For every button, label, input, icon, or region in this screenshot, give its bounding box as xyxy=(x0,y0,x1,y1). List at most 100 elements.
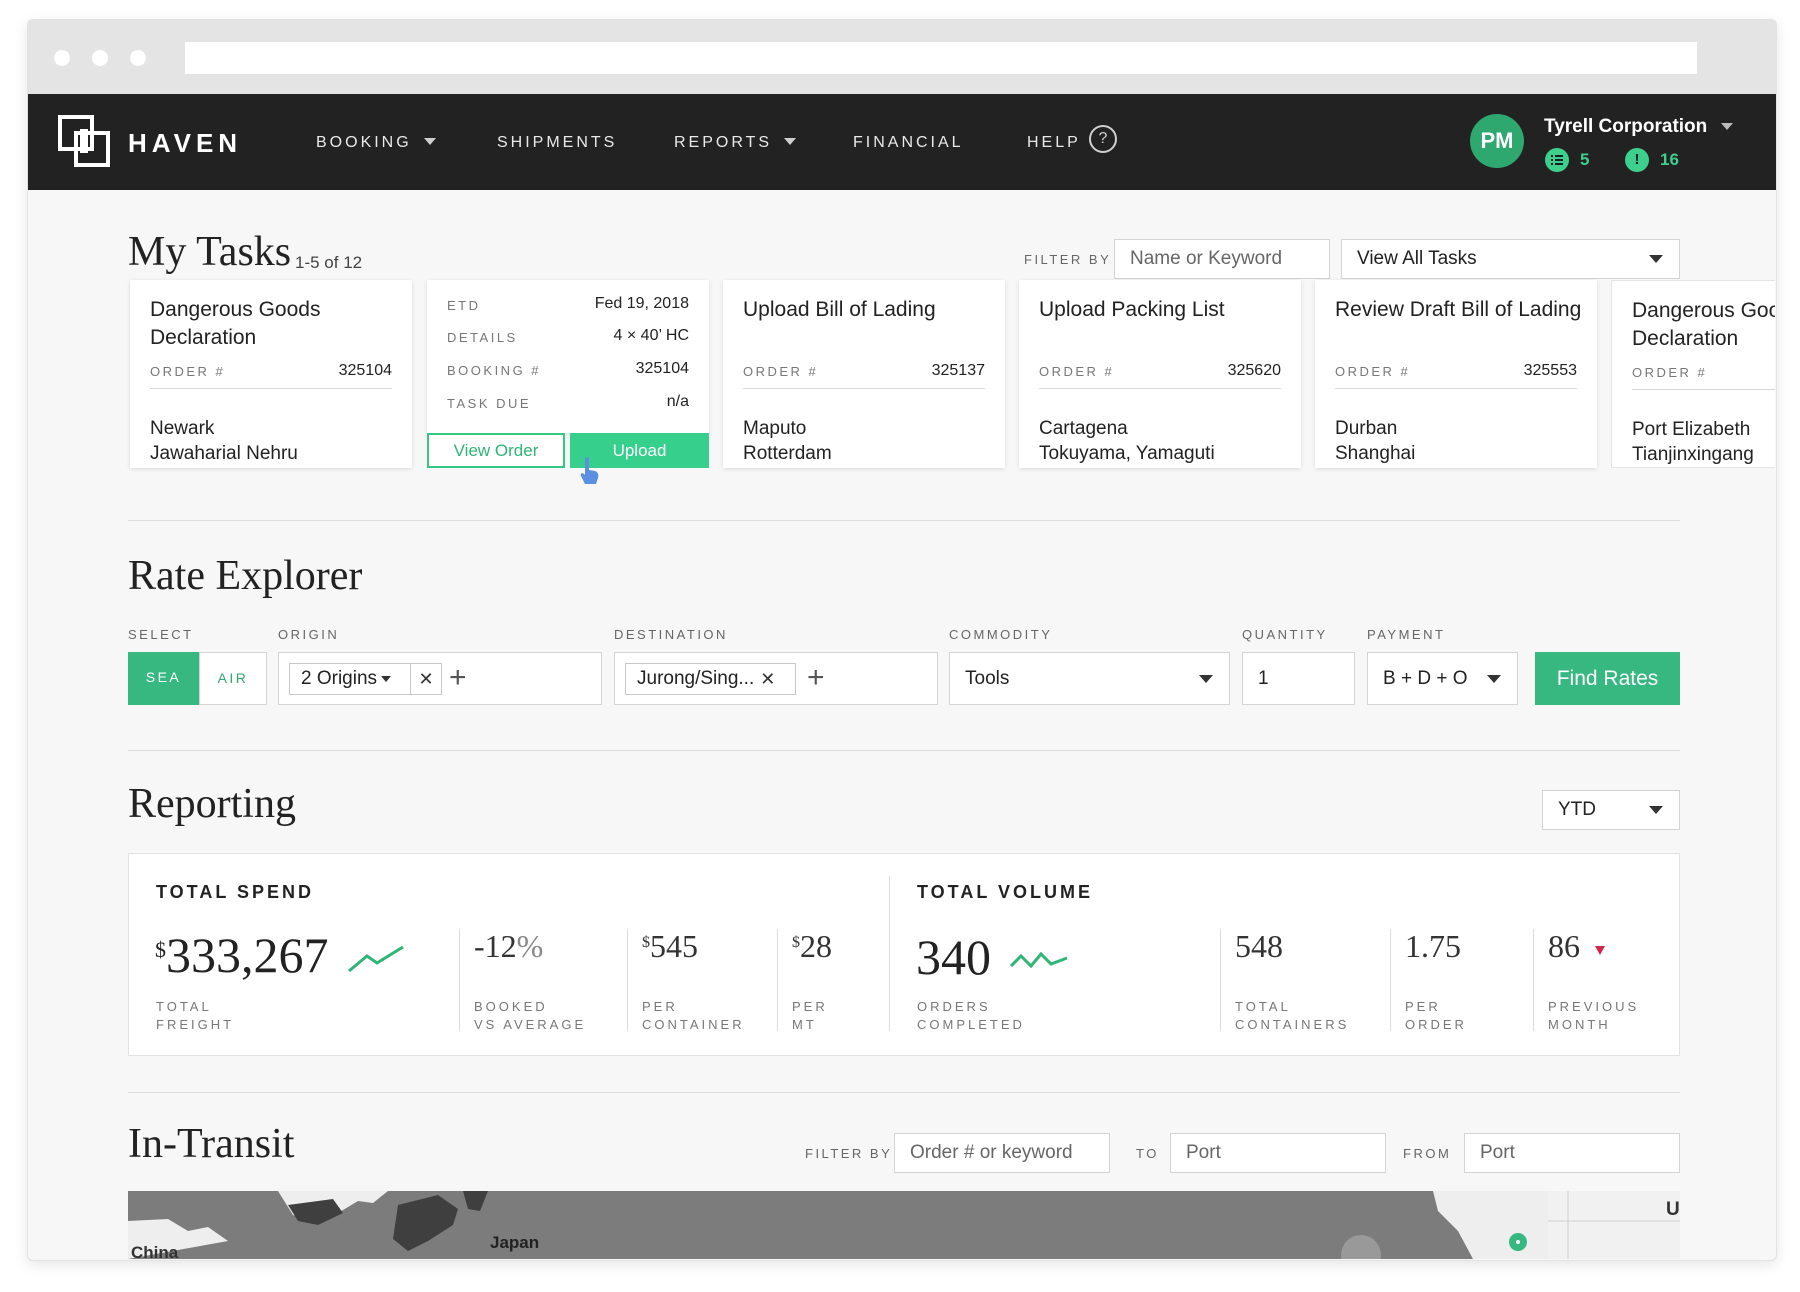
task-origin: Port Elizabeth xyxy=(1632,419,1751,440)
task-origin: Newark xyxy=(150,418,215,439)
panel-divider xyxy=(889,876,890,1031)
previous-caption-2: MONTH xyxy=(1548,1017,1611,1032)
order-number: 325137 xyxy=(931,362,985,379)
nav-help-label: HELP xyxy=(1027,134,1081,151)
remove-destination-icon[interactable]: ✕ xyxy=(760,669,775,690)
origin-field[interactable]: 2 Origins ✕ + xyxy=(278,652,602,705)
task-card[interactable]: Dangerous Goods Declaration ORDER # 3251… xyxy=(130,280,412,468)
payment-select[interactable]: B + D + O xyxy=(1367,652,1518,705)
per-order-value: 1.75 xyxy=(1405,928,1461,964)
mode-sea-toggle[interactable]: SEA xyxy=(128,652,199,705)
task-card[interactable]: Review Draft Bill of Lading ORDER # 3255… xyxy=(1315,280,1597,468)
total-freight-caption-1: TOTAL xyxy=(156,999,212,1014)
task-count[interactable]: 5 xyxy=(1580,150,1589,170)
tasks-view-select[interactable]: View All Tasks xyxy=(1341,239,1680,279)
orders-completed-value: 340 xyxy=(916,929,991,985)
top-navigation: HAVEN BOOKING SHIPMENTS REPORTS FINANCIA… xyxy=(28,94,1776,190)
nav-help[interactable]: HELP xyxy=(1027,134,1081,152)
task-destination: Tokuyama, Yamaguti xyxy=(1039,443,1215,464)
nav-financial-label: FINANCIAL xyxy=(853,134,964,151)
in-transit-map[interactable]: China Japan U xyxy=(128,1191,1680,1259)
nav-reports[interactable]: REPORTS xyxy=(674,134,797,152)
destination-chip[interactable]: Jurong/Sing... ✕ xyxy=(625,663,796,695)
payment-label: PAYMENT xyxy=(1367,627,1446,642)
address-bar[interactable] xyxy=(185,42,1697,74)
tasks-view-value: View All Tasks xyxy=(1357,248,1477,269)
total-freight-amount: 333,267 xyxy=(166,927,329,983)
task-card-expanded[interactable]: ETD Fed 19, 2018 DETAILS 4 × 40’ HC BOOK… xyxy=(427,280,709,484)
nav-booking[interactable]: BOOKING xyxy=(316,134,436,152)
transit-to-port-input[interactable]: Port xyxy=(1170,1133,1386,1173)
add-origin-icon[interactable]: + xyxy=(449,661,467,695)
mode-air-toggle[interactable]: AIR xyxy=(199,652,267,705)
task-due-value: n/a xyxy=(666,393,689,410)
alert-count[interactable]: 16 xyxy=(1660,150,1679,170)
metric-divider xyxy=(1220,929,1221,1031)
nav-shipments[interactable]: SHIPMENTS xyxy=(497,134,617,152)
transit-search-input[interactable]: Order # or keyword xyxy=(894,1133,1110,1173)
haven-logo-icon[interactable] xyxy=(58,115,110,167)
etd-label: ETD xyxy=(447,298,481,313)
order-label: ORDER # xyxy=(1039,364,1115,379)
per-mt-amount: 28 xyxy=(800,928,832,964)
booking-label: BOOKING # xyxy=(447,363,542,378)
nav-financial[interactable]: FINANCIAL xyxy=(853,134,964,152)
task-list-icon[interactable] xyxy=(1545,148,1569,172)
task-order-row: ORDER # 325104 xyxy=(150,362,392,389)
map-label-china: China xyxy=(131,1243,179,1259)
view-order-button[interactable]: View Order xyxy=(427,433,565,468)
task-title: Upload Bill of Lading xyxy=(743,298,936,321)
reporting-period-select[interactable]: YTD xyxy=(1542,790,1680,830)
rate-explorer-title: Rate Explorer xyxy=(128,553,363,599)
alert-icon[interactable]: ! xyxy=(1625,148,1649,172)
order-number: 325104 xyxy=(338,362,392,379)
total-spend-title: TOTAL SPEND xyxy=(156,882,315,902)
total-containers-value: 548 xyxy=(1235,928,1283,964)
containers-caption-2: CONTAINERS xyxy=(1235,1017,1350,1032)
section-divider xyxy=(128,520,1680,521)
remove-origin-icon[interactable]: ✕ xyxy=(410,664,441,694)
details-value: 4 × 40’ HC xyxy=(613,327,689,344)
add-destination-icon[interactable]: + xyxy=(807,661,825,695)
payment-value: B + D + O xyxy=(1383,667,1468,689)
task-card[interactable]: Upload Packing List ORDER # 325620 Carta… xyxy=(1019,280,1301,468)
chevron-down-icon xyxy=(1649,255,1663,263)
metric-divider xyxy=(1533,929,1534,1031)
task-card[interactable]: Upload Bill of Lading ORDER # 325137 Map… xyxy=(723,280,1005,468)
tasks-search-input[interactable]: Name or Keyword xyxy=(1114,239,1330,279)
origin-chip[interactable]: 2 Origins ✕ xyxy=(289,663,442,695)
transit-from-port-input[interactable]: Port xyxy=(1464,1133,1680,1173)
window-close-dot[interactable] xyxy=(54,50,70,66)
help-icon[interactable]: ? xyxy=(1089,125,1117,153)
task-title: Upload Packing List xyxy=(1039,298,1225,321)
task-destination: Tianjinxingang xyxy=(1632,444,1754,465)
task-order-row: ORDER # xyxy=(1632,363,1775,390)
window-maximize-dot[interactable] xyxy=(130,50,146,66)
task-card-clip: Dangerous Goods Declaration ORDER # Port… xyxy=(1611,280,1775,480)
pointer-cursor-icon xyxy=(580,456,599,484)
window-minimize-dot[interactable] xyxy=(92,50,108,66)
task-origin: Maputo xyxy=(743,418,807,439)
transit-filter-label: FILTER BY xyxy=(805,1146,893,1161)
etd-value: Fed 19, 2018 xyxy=(594,295,689,312)
quantity-input[interactable]: 1 xyxy=(1242,652,1355,705)
task-destination: Rotterdam xyxy=(743,443,832,464)
task-card[interactable]: Dangerous Goods Declaration ORDER # Port… xyxy=(1611,280,1775,468)
destination-field[interactable]: Jurong/Sing... ✕ + xyxy=(614,652,938,705)
booking-row: BOOKING # 325104 xyxy=(447,359,689,383)
in-transit-title: In-Transit xyxy=(128,1121,295,1167)
containers-caption-1: TOTAL xyxy=(1235,999,1291,1014)
mode-select-label: SELECT xyxy=(128,627,194,642)
transit-search-placeholder: Order # or keyword xyxy=(910,1142,1073,1163)
user-avatar[interactable]: PM xyxy=(1470,114,1524,168)
reporting-panel: TOTAL SPEND $333,267 TOTAL FREIGHT -12% … xyxy=(128,853,1680,1056)
map-landmass xyxy=(128,1191,1680,1259)
commodity-select[interactable]: Tools xyxy=(949,652,1230,705)
brand-name[interactable]: HAVEN xyxy=(128,128,242,159)
map-pin-icon[interactable] xyxy=(1509,1233,1527,1251)
previous-month-value: 86 xyxy=(1548,928,1580,964)
transit-from-placeholder: Port xyxy=(1480,1142,1515,1163)
find-rates-button[interactable]: Find Rates xyxy=(1535,652,1680,705)
company-switcher[interactable]: Tyrell Corporation xyxy=(1544,116,1734,138)
booking-value: 325104 xyxy=(635,360,689,377)
